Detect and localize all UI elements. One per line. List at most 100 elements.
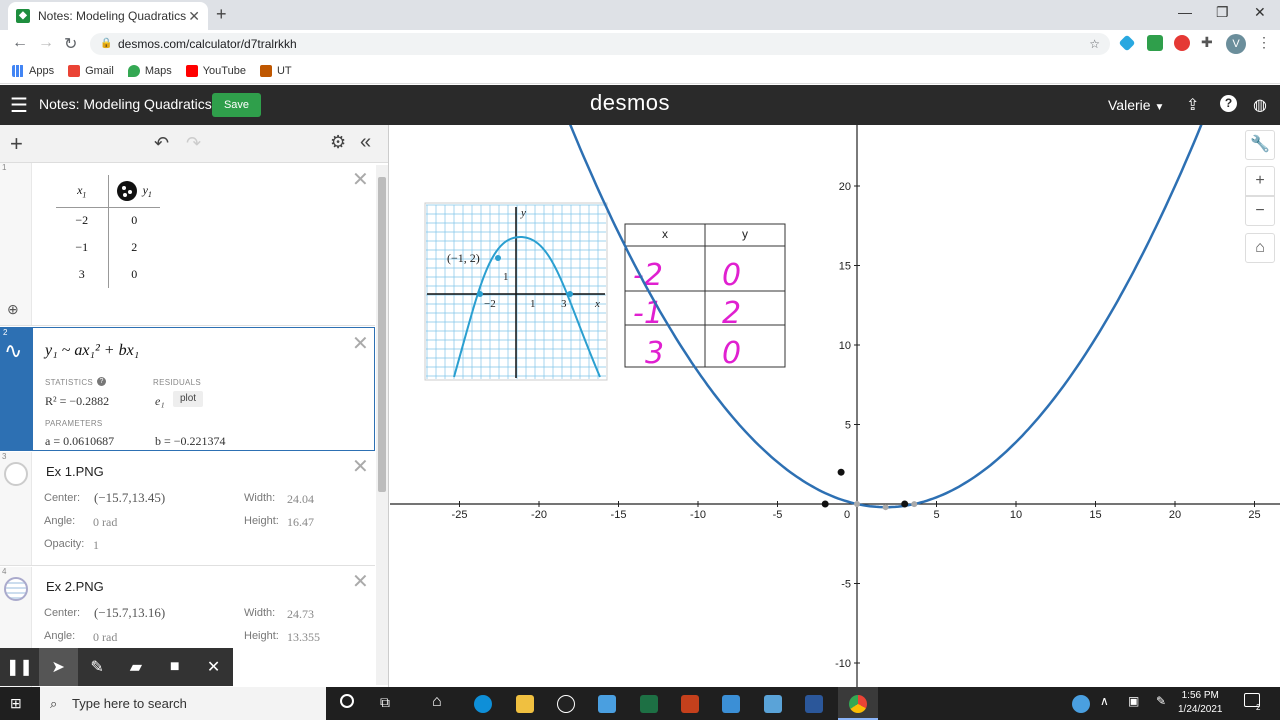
redo-icon[interactable]: ↷: [186, 133, 201, 154]
file-explorer-icon[interactable]: [516, 695, 534, 713]
powerpoint-icon[interactable]: [681, 695, 699, 713]
task-view-icon[interactable]: ⧉: [380, 694, 390, 711]
help-tray-icon[interactable]: [1072, 695, 1090, 713]
image-name[interactable]: Ex 2.PNG: [46, 579, 104, 594]
info-icon[interactable]: ?: [97, 377, 106, 386]
bookmark-youtube[interactable]: YouTube: [185, 64, 246, 77]
delete-expression-icon[interactable]: ✕: [352, 454, 369, 479]
tray-device-icon[interactable]: ▣: [1128, 694, 1139, 708]
pen-icon[interactable]: ✎: [78, 648, 117, 686]
zoom-out-button[interactable]: −: [1245, 196, 1275, 226]
regression-expression[interactable]: 2 ∿ y₁ ~ ax₁² + bx₁ STATISTICS ? RESIDUA…: [0, 327, 375, 451]
pen-tray-icon[interactable]: ✎: [1156, 694, 1166, 708]
center-value[interactable]: (−15.7,13.16): [94, 605, 165, 621]
inset-handwritten-table-image[interactable]: x y -2 0 -1 2 3 0: [624, 223, 786, 371]
browser-tab[interactable]: ◆ Notes: Modeling Quadratics ✕: [8, 2, 208, 30]
regression-formula[interactable]: y₁ ~ ax₁² + bx₁: [45, 342, 139, 360]
table-cell[interactable]: 2: [108, 234, 160, 261]
chrome-taskbar-button[interactable]: [838, 687, 878, 720]
table-cell[interactable]: −1: [56, 234, 109, 261]
highlighter-icon[interactable]: ▰: [116, 648, 155, 686]
table-header-y[interactable]: y1: [108, 175, 160, 208]
home-taskbar-icon[interactable]: ⌂: [432, 693, 442, 711]
width-value[interactable]: 24.73: [287, 607, 314, 622]
user-menu[interactable]: Valerie ▼: [1108, 97, 1164, 113]
bookmark-apps[interactable]: Apps: [12, 64, 54, 77]
height-value[interactable]: 16.47: [287, 515, 314, 530]
menu-kebab-icon[interactable]: ⋮: [1257, 34, 1271, 51]
close-window-button[interactable]: ✕: [1254, 4, 1266, 21]
table-header-x[interactable]: x1: [56, 175, 109, 208]
save-button[interactable]: Save: [212, 93, 261, 117]
collapse-panel-icon[interactable]: «: [360, 131, 371, 154]
inset-textbook-graph-image[interactable]: (−1, 2) x y −2 1 3 1: [424, 202, 608, 381]
table-expression[interactable]: 1 ⊕ x1 y1 −2 0 −1 2 30 ✕: [0, 163, 375, 326]
profile-avatar[interactable]: V: [1226, 34, 1246, 54]
word-icon[interactable]: [805, 695, 823, 713]
angle-value[interactable]: 0 rad: [93, 630, 117, 645]
reload-button[interactable]: ↻: [64, 34, 77, 54]
point-style-icon[interactable]: [116, 180, 137, 201]
tab-close-icon[interactable]: ✕: [188, 8, 200, 25]
graph-canvas[interactable]: -25 -20 -15 -10 -5 0 5 10 15 20 252015105-5-10 (−1…: [390, 125, 1280, 687]
center-value[interactable]: (−15.7,13.45): [94, 490, 165, 506]
back-button[interactable]: ←: [12, 34, 28, 52]
table-cell[interactable]: −2: [56, 207, 109, 234]
undo-icon[interactable]: ↶: [154, 133, 169, 154]
bookmark-gmail[interactable]: Gmail: [68, 64, 114, 77]
width-value[interactable]: 24.04: [287, 492, 314, 507]
settings-gear-icon[interactable]: ⚙: [330, 132, 346, 153]
opacity-value[interactable]: 1: [93, 538, 99, 553]
system-clock[interactable]: 1:56 PM 1/24/2021: [1178, 689, 1223, 717]
store-icon[interactable]: [598, 695, 616, 713]
delete-expression-icon[interactable]: ✕: [352, 331, 369, 356]
angle-value[interactable]: 0 rad: [93, 515, 117, 530]
add-expression-icon[interactable]: +: [10, 131, 23, 157]
url-field[interactable]: 🔒 desmos.com/calculator/d7tralrkkh ☆: [90, 33, 1110, 55]
regression-wave-icon[interactable]: ∿: [4, 338, 22, 364]
graph-paper[interactable]: -25 -20 -15 -10 -5 0 5 10 15 20 25 20 15 10 5 -5 -10 (−1…: [390, 125, 1280, 687]
close-toolbar-icon[interactable]: ✕: [194, 648, 233, 686]
scrollbar-thumb[interactable]: [378, 177, 386, 492]
extension-icon[interactable]: [1147, 35, 1163, 51]
plot-residuals-button[interactable]: plot: [173, 391, 203, 407]
image-name[interactable]: Ex 1.PNG: [46, 464, 104, 479]
graph-title[interactable]: Notes: Modeling Quadratics: [39, 96, 212, 112]
photos-icon[interactable]: [764, 695, 782, 713]
home-icon[interactable]: ⌂: [1245, 233, 1275, 263]
camera-icon[interactable]: ■: [155, 648, 194, 686]
bookmark-star-icon[interactable]: ☆: [1089, 33, 1100, 55]
zoom-fit-icon[interactable]: ⊕: [7, 301, 19, 318]
table-cell[interactable]: 0: [108, 207, 160, 234]
excel-icon[interactable]: [640, 695, 658, 713]
new-tab-button[interactable]: +: [216, 4, 227, 25]
taskbar-search[interactable]: ⌕ Type here to search: [40, 687, 326, 720]
windows-start-icon[interactable]: ⊞: [10, 695, 22, 712]
pointer-icon[interactable]: ➤: [38, 648, 78, 686]
extension-icon[interactable]: [1174, 35, 1190, 51]
puzzle-icon[interactable]: ✚: [1201, 34, 1213, 51]
image-visibility-icon[interactable]: [4, 462, 28, 486]
globe-icon[interactable]: ◍: [1253, 95, 1267, 115]
pause-icon[interactable]: ❚❚: [0, 648, 39, 686]
help-icon[interactable]: ?: [1220, 95, 1237, 112]
hamburger-menu-icon[interactable]: ☰: [10, 93, 28, 118]
image-expression[interactable]: 3 Ex 1.PNG Center: (−15.7,13.45) Width: …: [0, 452, 375, 566]
tray-chevron-icon[interactable]: ∧: [1100, 694, 1109, 708]
bookmark-ut[interactable]: UT: [259, 64, 292, 77]
share-icon[interactable]: ⇪: [1186, 95, 1199, 115]
image-thumbnail-icon[interactable]: [4, 577, 28, 601]
delete-expression-icon[interactable]: ✕: [352, 167, 369, 192]
graph-settings-wrench-icon[interactable]: 🔧: [1245, 130, 1275, 160]
bookmark-maps[interactable]: Maps: [127, 64, 172, 77]
height-value[interactable]: 13.355: [287, 630, 320, 645]
mail-icon[interactable]: [722, 695, 740, 713]
table-cell[interactable]: 0: [108, 261, 160, 288]
cortana-icon[interactable]: [340, 694, 354, 708]
delete-expression-icon[interactable]: ✕: [352, 569, 369, 594]
edge-icon[interactable]: [474, 695, 492, 713]
table-cell[interactable]: 3: [56, 261, 109, 288]
zoom-in-button[interactable]: +: [1245, 166, 1275, 196]
hp-icon[interactable]: [557, 695, 575, 713]
minimize-button[interactable]: —: [1178, 4, 1192, 20]
